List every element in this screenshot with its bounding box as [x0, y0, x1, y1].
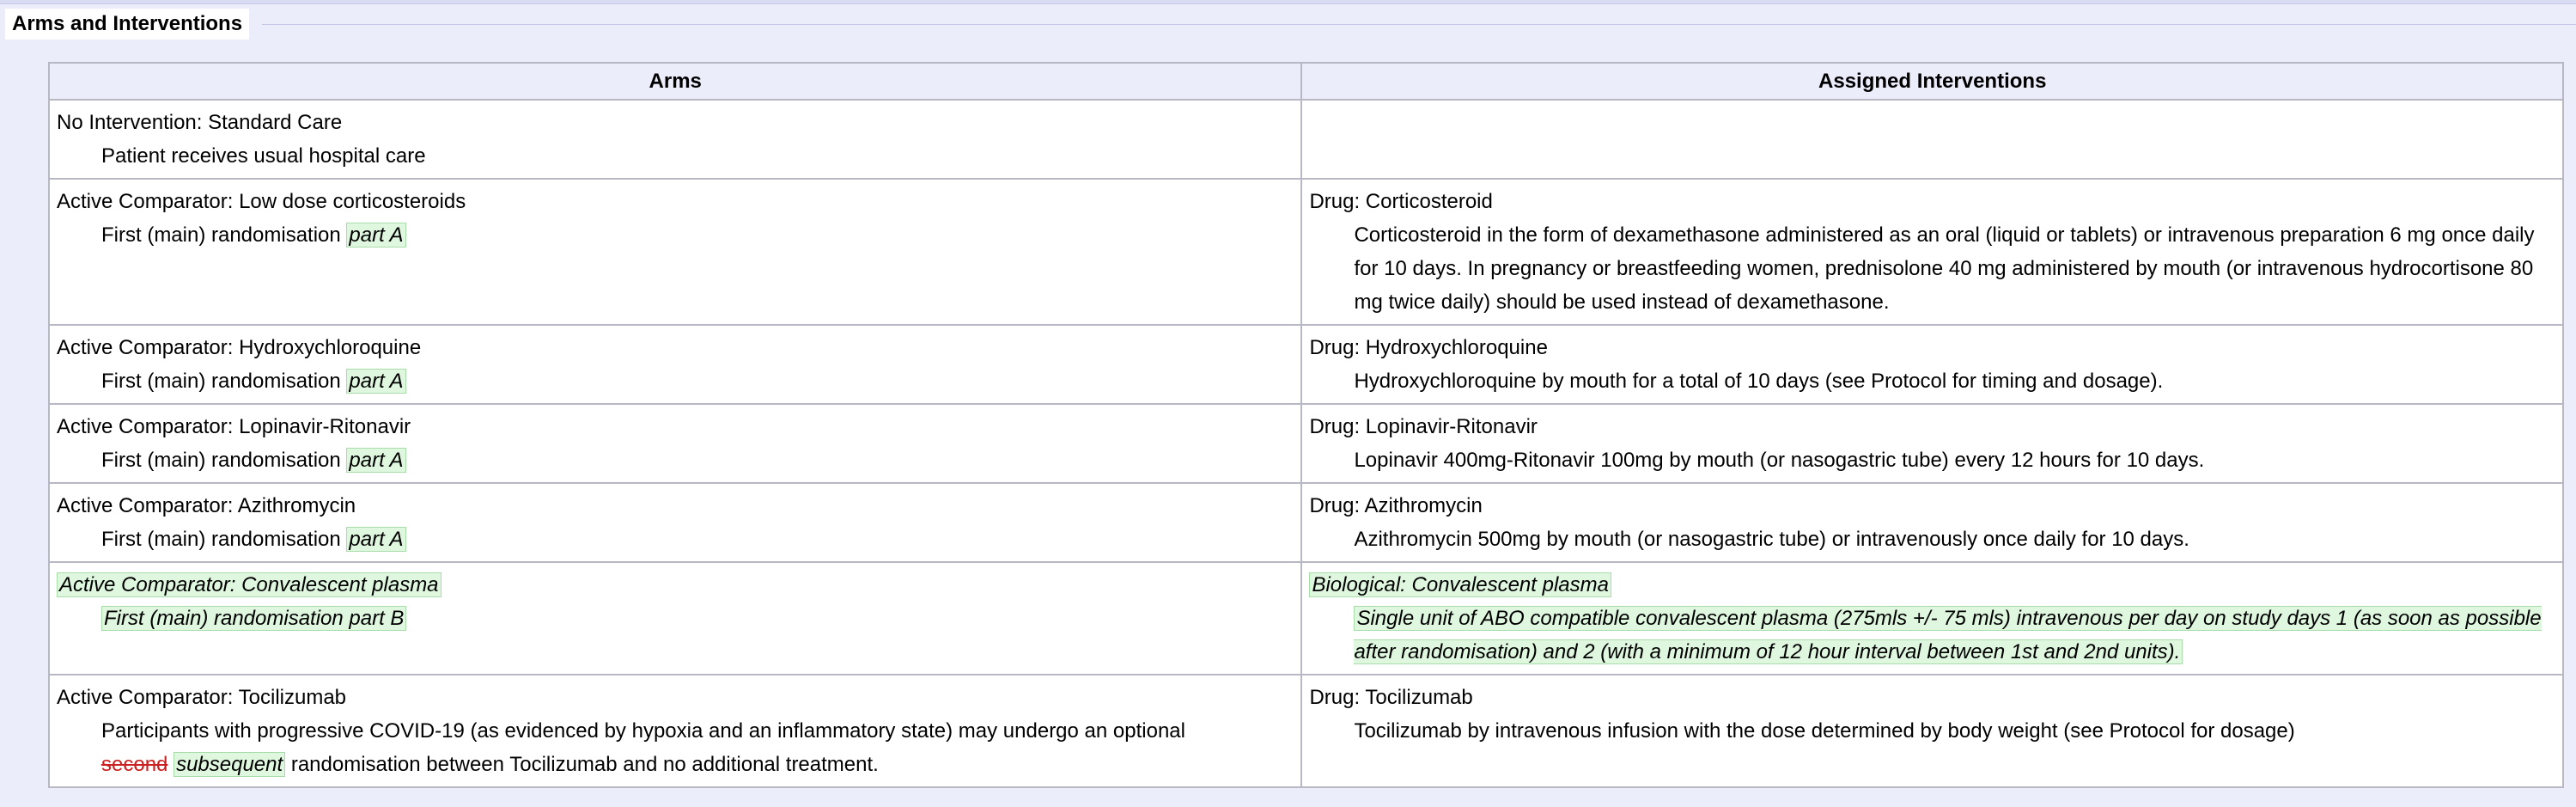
intervention-cell: Drug: Lopinavir-Ritonavir Lopinavir 400m…: [1300, 403, 2564, 484]
inserted-text: part A: [346, 527, 406, 552]
arm-label: Active Comparator: Azithromycin: [57, 494, 356, 517]
inserted-text: Single unit of ABO compatible convalesce…: [1354, 606, 2542, 664]
arm-description: First (main) randomisation part A: [57, 218, 1294, 252]
intervention-label: Drug: Tocilizumab: [1309, 686, 1473, 709]
inserted-text: Active Comparator: Convalescent plasma: [57, 572, 442, 597]
inserted-text: part A: [346, 448, 406, 473]
inserted-text: First (main) randomisation part B: [101, 606, 407, 631]
section-rule: [262, 24, 2576, 25]
intervention-label: Drug: Corticosteroid: [1309, 190, 1493, 213]
arms-interventions-table: Arms Assigned Interventions No Intervent…: [47, 62, 2564, 788]
intervention-description: Lopinavir 400mg-Ritonavir 100mg by mouth…: [1354, 449, 2205, 472]
table-row: Active Comparator: Tocilizumab Participa…: [47, 674, 2564, 788]
table-row: Active Comparator: Lopinavir-Ritonavir F…: [47, 403, 2564, 484]
table-row: Active Comparator: Azithromycin First (m…: [47, 482, 2564, 563]
arm-description: Patient receives usual hospital care: [101, 144, 426, 168]
intervention-description: Azithromycin 500mg by mouth (or nasogast…: [1354, 528, 2189, 551]
inserted-text: part A: [346, 369, 406, 394]
intervention-cell: [1300, 99, 2564, 180]
arm-label: Active Comparator: Hydroxychloroquine: [57, 336, 422, 359]
arm-description: First (main) randomisation part A: [57, 364, 1294, 398]
intervention-description: Hydroxychloroquine by mouth for a total …: [1354, 370, 2164, 393]
inserted-text: Biological: Convalescent plasma: [1309, 572, 1611, 597]
arm-cell: Active Comparator: Lopinavir-Ritonavir F…: [47, 403, 1303, 484]
intervention-description: Corticosteroid in the form of dexamethas…: [1354, 223, 2535, 314]
arm-label: Active Comparator: Low dose corticostero…: [57, 190, 466, 213]
arm-cell: Active Comparator: Low dose corticostero…: [47, 178, 1303, 326]
table-row: No Intervention: Standard Care Patient r…: [47, 99, 2564, 180]
table-header-row: Arms Assigned Interventions: [47, 62, 2564, 101]
inserted-text: subsequent: [174, 752, 286, 777]
column-header-interventions: Assigned Interventions: [1300, 62, 2564, 101]
inserted-text: part A: [346, 223, 406, 248]
deleted-text: second: [101, 753, 168, 776]
section-title: Arms and Interventions: [5, 9, 250, 40]
arm-label: No Intervention: Standard Care: [57, 111, 343, 134]
intervention-label: Drug: Hydroxychloroquine: [1309, 336, 1548, 359]
arm-description-text: First (main) randomisation: [101, 370, 341, 393]
top-rule: [0, 0, 2576, 4]
intervention-description: Single unit of ABO compatible convalesce…: [1309, 602, 2555, 669]
arm-description-text: First (main) randomisation: [101, 528, 341, 551]
arm-label: Active Comparator: Lopinavir-Ritonavir: [57, 415, 411, 438]
arm-description-text: Participants with progressive COVID-19 (…: [101, 719, 1185, 743]
intervention-cell: Drug: Azithromycin Azithromycin 500mg by…: [1300, 482, 2564, 563]
arm-description: First (main) randomisation part B: [57, 602, 1294, 635]
intervention-label: Drug: Lopinavir-Ritonavir: [1309, 415, 1538, 438]
table-row: Active Comparator: Hydroxychloroquine Fi…: [47, 324, 2564, 405]
arm-cell: Active Comparator: Hydroxychloroquine Fi…: [47, 324, 1303, 405]
table-row: Active Comparator: Low dose corticostero…: [47, 178, 2564, 326]
arm-cell: Active Comparator: Convalescent plasma F…: [47, 561, 1303, 676]
arm-description: First (main) randomisation part A: [57, 443, 1294, 477]
arm-cell: Active Comparator: Tocilizumab Participa…: [47, 674, 1303, 788]
table-row: Active Comparator: Convalescent plasma F…: [47, 561, 2564, 676]
arm-label: Active Comparator: Tocilizumab: [57, 686, 347, 709]
intervention-description: Tocilizumab by intravenous infusion with…: [1354, 719, 2295, 743]
intervention-cell: Biological: Convalescent plasma Single u…: [1300, 561, 2564, 676]
arm-description: Participants with progressive COVID-19 (…: [57, 714, 1294, 781]
arm-label: Active Comparator: Convalescent plasma: [57, 568, 1294, 602]
intervention-cell: Drug: Hydroxychloroquine Hydroxychloroqu…: [1300, 324, 2564, 405]
arm-description-tail: randomisation between Tocilizumab and no…: [290, 753, 879, 776]
arm-cell: Active Comparator: Azithromycin First (m…: [47, 482, 1303, 563]
intervention-cell: Drug: Tocilizumab Tocilizumab by intrave…: [1300, 674, 2564, 788]
intervention-cell: Drug: Corticosteroid Corticosteroid in t…: [1300, 178, 2564, 326]
column-header-arms: Arms: [47, 62, 1303, 101]
intervention-label: Drug: Azithromycin: [1309, 494, 1483, 517]
arm-description-text: First (main) randomisation: [101, 449, 341, 472]
arm-cell: No Intervention: Standard Care Patient r…: [47, 99, 1303, 180]
intervention-label: Biological: Convalescent plasma: [1309, 568, 2555, 602]
arm-description: First (main) randomisation part A: [57, 523, 1294, 556]
arm-description-text: First (main) randomisation: [101, 223, 341, 247]
